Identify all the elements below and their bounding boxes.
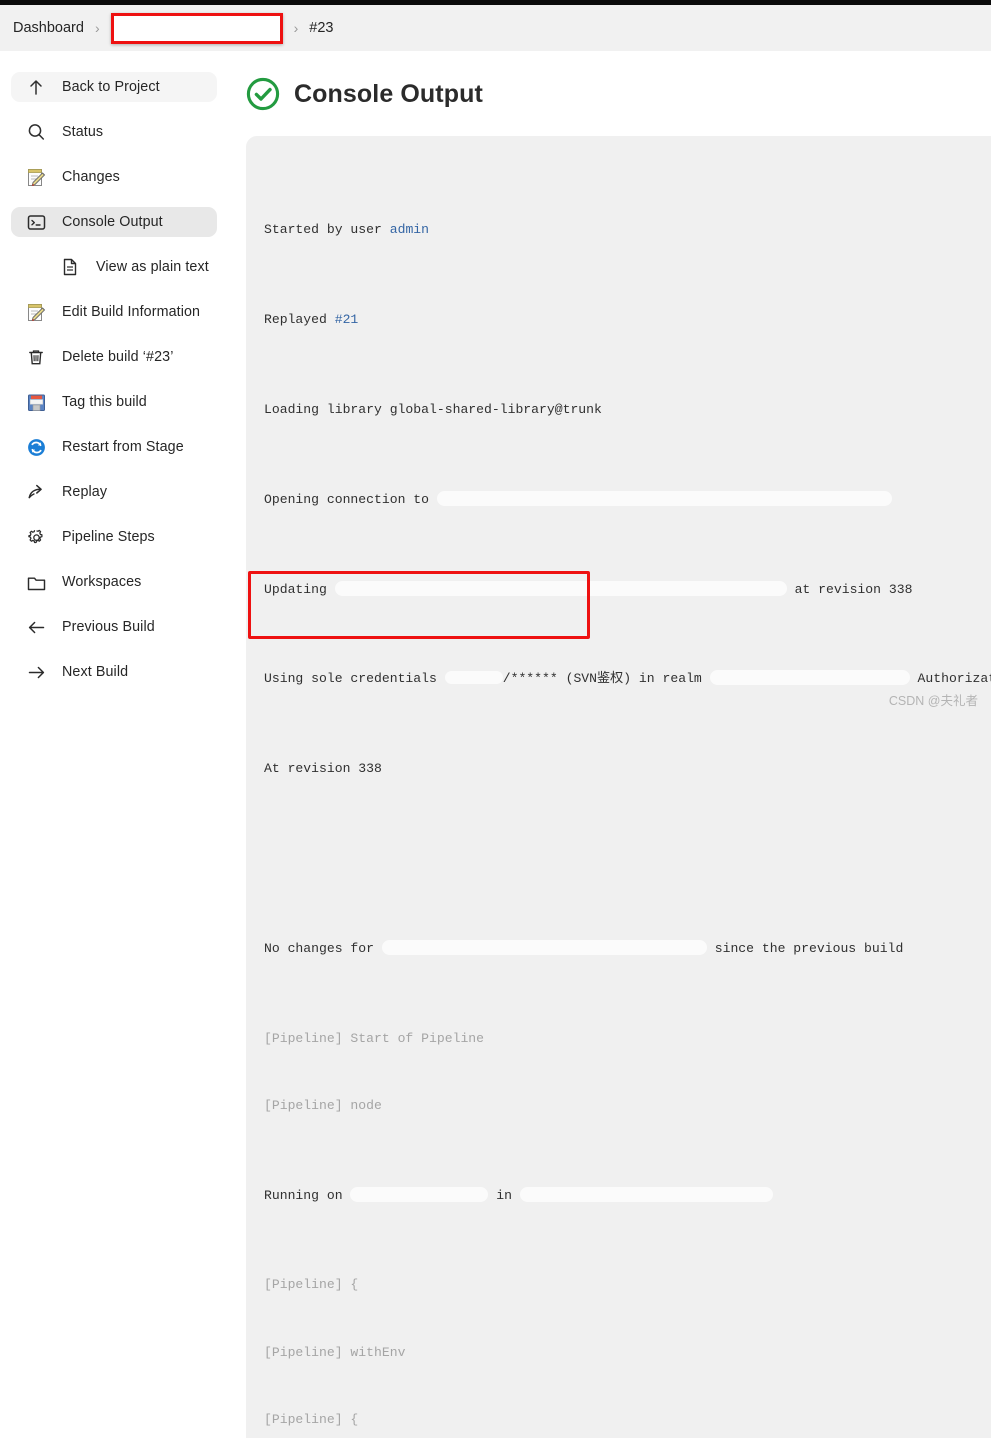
restart-circle-icon xyxy=(25,436,47,458)
sidebar-item-label: Edit Build Information xyxy=(62,304,200,320)
sidebar-item-label: Tag this build xyxy=(62,394,147,410)
breadcrumb: Dashboard › › #23 xyxy=(0,5,991,51)
sidebar-item-view-as-plain-text[interactable]: View as plain text xyxy=(11,252,217,282)
log-line: Loading library global-shared-library@tr… xyxy=(264,399,991,421)
arrow-left-icon xyxy=(25,616,47,638)
sidebar-item-replay[interactable]: Replay xyxy=(11,477,217,507)
gear-icon xyxy=(25,526,47,548)
sidebar-item-label: Next Build xyxy=(62,664,128,680)
log-line: Running on in xyxy=(264,1185,991,1207)
search-icon xyxy=(25,121,47,143)
arrow-right-icon xyxy=(25,661,47,683)
sidebar-item-console-output[interactable]: Console Output xyxy=(11,207,217,237)
sidebar-item-label: Workspaces xyxy=(62,574,141,590)
sidebar-item-label: Pipeline Steps xyxy=(62,529,155,545)
notepad-pencil-icon xyxy=(25,166,47,188)
sidebar-item-label: View as plain text xyxy=(96,259,209,275)
log-line: At revision 338 xyxy=(264,758,991,780)
sidebar-item-label: Restart from Stage xyxy=(62,439,184,455)
folder-icon xyxy=(25,571,47,593)
log-line: [Pipeline] { xyxy=(264,1274,991,1296)
redaction-mask xyxy=(335,581,787,596)
breadcrumb-item-dashboard[interactable]: Dashboard xyxy=(13,20,84,36)
sidebar-item-workspaces[interactable]: Workspaces xyxy=(11,567,217,597)
sidebar-item-label: Status xyxy=(62,124,103,140)
log-link-user[interactable]: admin xyxy=(390,222,429,237)
redaction-mask xyxy=(520,1187,773,1202)
sidebar-item-edit-build-information[interactable]: Edit Build Information xyxy=(11,297,217,327)
breadcrumb-separator-icon: › xyxy=(294,20,299,36)
sidebar-item-changes[interactable]: Changes xyxy=(11,162,217,192)
log-line: Opening connection to xyxy=(264,489,991,511)
log-line: [Pipeline] withEnv xyxy=(264,1342,991,1364)
sidebar: Back to Project Status Changes xyxy=(0,51,228,702)
notepad-pencil-icon xyxy=(25,301,47,323)
log-line: Replayed #21 xyxy=(264,309,991,331)
breadcrumb-item-project-redacted[interactable] xyxy=(111,13,283,44)
arrow-up-icon xyxy=(25,76,47,98)
sidebar-item-back-to-project[interactable]: Back to Project xyxy=(11,72,217,102)
redaction-mask xyxy=(437,491,892,506)
breadcrumb-separator-icon: › xyxy=(95,20,100,36)
sidebar-item-label: Delete build ‘#23’ xyxy=(62,349,173,365)
page-title: Console Output xyxy=(294,80,483,109)
redaction-mask xyxy=(710,670,910,685)
log-line: Updating at revision 338 xyxy=(264,579,991,601)
log-line: [Pipeline] node xyxy=(264,1095,991,1117)
console-log: Started by user admin Replayed #21 Loadi… xyxy=(264,152,991,1438)
page-body: Back to Project Status Changes xyxy=(0,51,991,719)
page-header: Console Output xyxy=(228,51,991,111)
sidebar-item-pipeline-steps[interactable]: Pipeline Steps xyxy=(11,522,217,552)
sidebar-item-label: Back to Project xyxy=(62,79,160,95)
breadcrumb-item-build-number[interactable]: #23 xyxy=(309,20,333,36)
sidebar-item-label: Changes xyxy=(62,169,120,185)
sidebar-item-label: Console Output xyxy=(62,214,163,230)
watermark: CSDN @夫礼者 xyxy=(889,690,978,709)
log-line-blank xyxy=(264,848,991,870)
sidebar-item-delete-build[interactable]: Delete build ‘#23’ xyxy=(11,342,217,372)
sidebar-item-previous-build[interactable]: Previous Build xyxy=(11,612,217,642)
log-line: Started by user admin xyxy=(264,219,991,241)
sidebar-item-status[interactable]: Status xyxy=(11,117,217,147)
trash-icon xyxy=(25,346,47,368)
redaction-mask xyxy=(445,671,503,684)
terminal-icon xyxy=(25,211,47,233)
sidebar-item-tag-this-build[interactable]: Tag this build xyxy=(11,387,217,417)
log-line: [Pipeline] { xyxy=(264,1409,991,1431)
sidebar-item-label: Previous Build xyxy=(62,619,155,635)
log-link-build[interactable]: #21 xyxy=(335,312,359,327)
log-line: [Pipeline] Start of Pipeline xyxy=(264,1028,991,1050)
console-output-panel[interactable]: Started by user admin Replayed #21 Loadi… xyxy=(246,136,991,1438)
document-icon xyxy=(59,256,81,278)
sidebar-item-label: Replay xyxy=(62,484,107,500)
replay-arrow-icon xyxy=(25,481,47,503)
main-content: Console Output Started by user admin Rep… xyxy=(228,51,991,1438)
log-line: Using sole credentials /****** (SVN鉴权) i… xyxy=(264,668,991,690)
redaction-mask xyxy=(382,940,707,955)
success-check-circle-icon xyxy=(246,77,280,111)
log-line: No changes for since the previous build xyxy=(264,938,991,960)
sidebar-item-restart-from-stage[interactable]: Restart from Stage xyxy=(11,432,217,462)
sidebar-item-next-build[interactable]: Next Build xyxy=(11,657,217,687)
redaction-mask xyxy=(350,1187,488,1202)
floppy-disk-icon xyxy=(25,391,47,413)
